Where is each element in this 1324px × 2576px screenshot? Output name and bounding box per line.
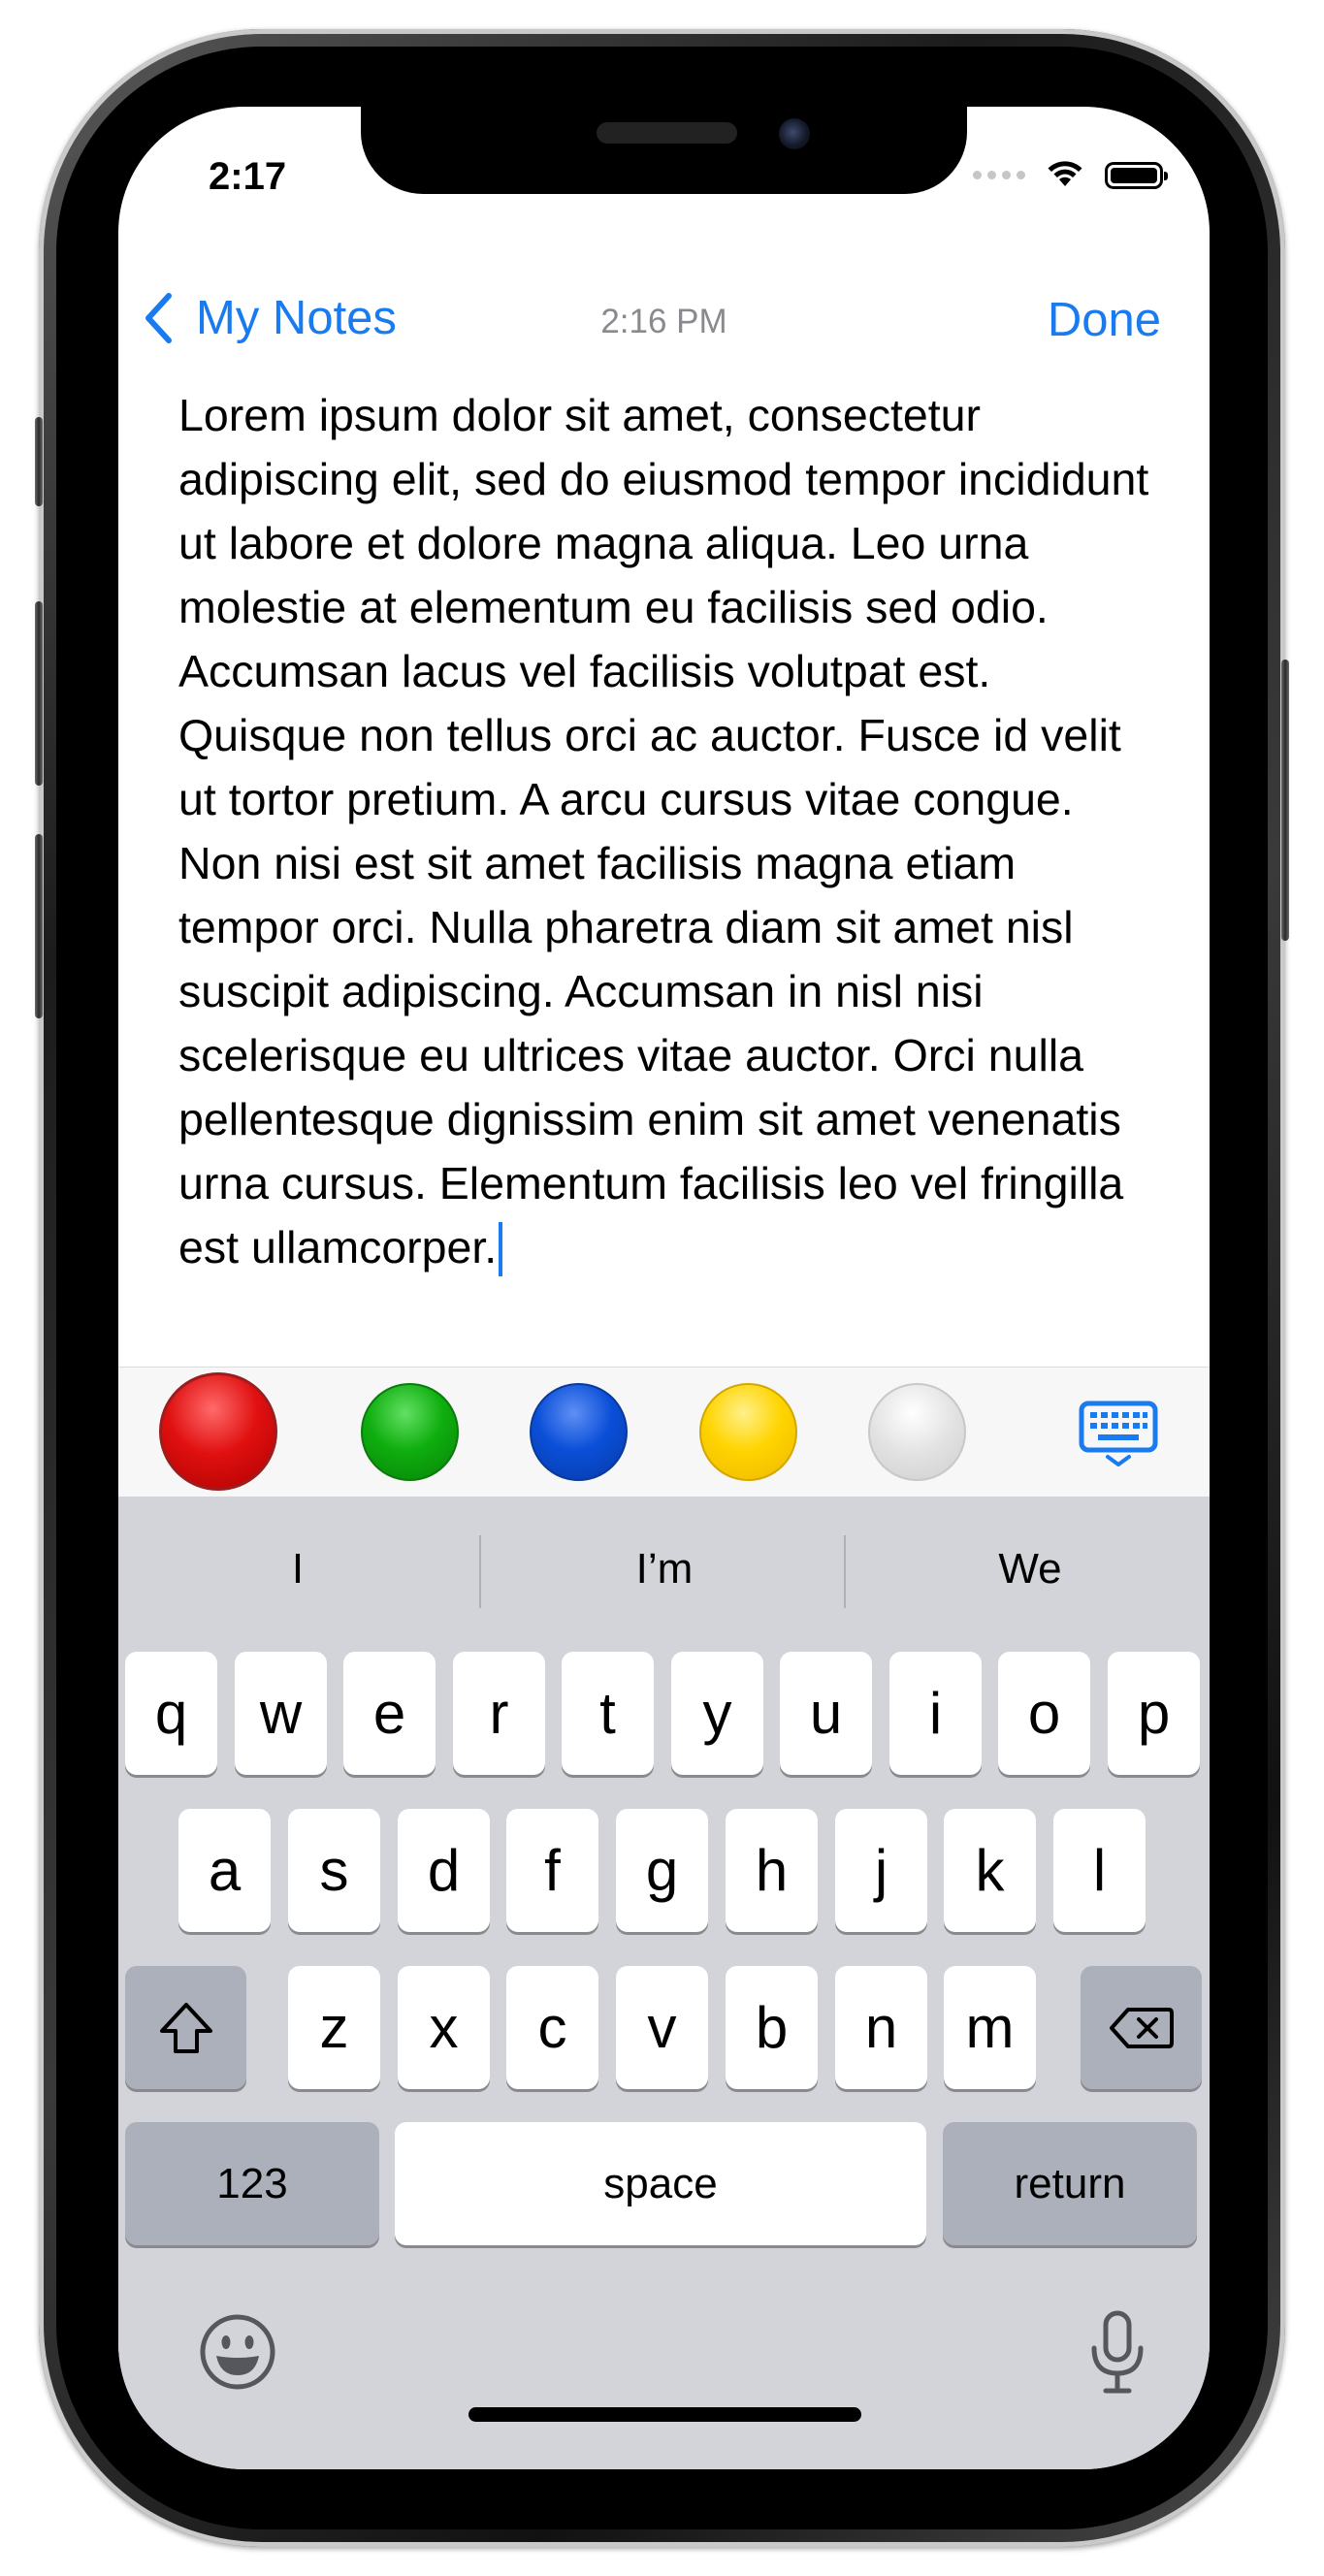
front-camera xyxy=(779,118,810,149)
numbers-key[interactable]: 123 xyxy=(125,2122,379,2245)
key-e[interactable]: e xyxy=(343,1652,436,1775)
green-swatch[interactable] xyxy=(361,1383,459,1481)
key-u[interactable]: u xyxy=(780,1652,872,1775)
key-w[interactable]: w xyxy=(235,1652,327,1775)
key-z[interactable]: z xyxy=(288,1966,380,2089)
key-a[interactable]: a xyxy=(178,1809,271,1932)
note-timestamp: 2:16 PM xyxy=(600,303,727,340)
nav-bar: My Notes 2:16 PM Done xyxy=(118,262,1210,359)
suggestion-bar: I I’m We xyxy=(118,1497,1210,1652)
key-n[interactable]: n xyxy=(835,1966,927,2089)
delete-icon xyxy=(1109,2007,1174,2048)
key-x[interactable]: x xyxy=(398,1966,490,2089)
key-d[interactable]: d xyxy=(398,1809,490,1932)
space-key[interactable]: space xyxy=(395,2122,926,2245)
red-swatch[interactable] xyxy=(159,1372,277,1491)
key-q[interactable]: q xyxy=(125,1652,217,1775)
key-m[interactable]: m xyxy=(944,1966,1036,2089)
power-button xyxy=(1281,660,1289,941)
key-f[interactable]: f xyxy=(506,1809,598,1932)
status-time: 2:17 xyxy=(209,155,287,198)
key-c[interactable]: c xyxy=(506,1966,598,2089)
key-b[interactable]: b xyxy=(726,1966,818,2089)
key-o[interactable]: o xyxy=(998,1652,1090,1775)
keyboard: I I’m We q w e r t y u i o p a s d f g h… xyxy=(118,1497,1210,2469)
suggestion-divider xyxy=(479,1535,481,1608)
color-toolbar xyxy=(118,1367,1210,1497)
blue-swatch[interactable] xyxy=(530,1383,628,1481)
shift-icon xyxy=(159,2002,212,2053)
done-button[interactable]: Done xyxy=(1048,293,1161,347)
suggestion-3[interactable]: We xyxy=(851,1545,1210,1594)
notch xyxy=(361,107,967,194)
wifi-icon xyxy=(1045,157,1085,193)
yellow-swatch[interactable] xyxy=(699,1383,797,1481)
suggestion-2[interactable]: I’m xyxy=(485,1545,844,1594)
gray-swatch[interactable] xyxy=(868,1383,966,1481)
return-key[interactable]: return xyxy=(943,2122,1197,2245)
home-indicator[interactable] xyxy=(468,2407,861,2422)
screen: 2:17 My Notes 2:16 PM Done Lorem ipsum d… xyxy=(118,107,1210,2469)
key-p[interactable]: p xyxy=(1108,1652,1200,1775)
suggestion-divider xyxy=(844,1535,846,1608)
emoji-icon[interactable] xyxy=(199,2313,276,2396)
text-cursor xyxy=(499,1222,503,1276)
delete-key[interactable] xyxy=(1081,1966,1202,2089)
keyboard-dismiss-icon[interactable] xyxy=(1079,1401,1158,1473)
key-s[interactable]: s xyxy=(288,1809,380,1932)
speaker-grille xyxy=(597,122,737,144)
key-r[interactable]: r xyxy=(453,1652,545,1775)
key-t[interactable]: t xyxy=(562,1652,654,1775)
suggestion-1[interactable]: I xyxy=(118,1545,477,1594)
note-body[interactable]: Lorem ipsum dolor sit amet, consectetur … xyxy=(178,383,1158,1279)
shift-key[interactable] xyxy=(125,1966,246,2089)
status-indicators xyxy=(973,157,1168,193)
note-text: Lorem ipsum dolor sit amet, consectetur … xyxy=(178,390,1149,1272)
volume-down-button xyxy=(35,834,43,1018)
key-j[interactable]: j xyxy=(835,1809,927,1932)
volume-up-button xyxy=(35,601,43,786)
battery-icon xyxy=(1105,161,1168,189)
key-v[interactable]: v xyxy=(616,1966,708,2089)
cellular-signal-icon xyxy=(973,171,1025,179)
key-l[interactable]: l xyxy=(1053,1809,1146,1932)
key-k[interactable]: k xyxy=(944,1809,1036,1932)
microphone-icon[interactable] xyxy=(1088,2309,1146,2401)
key-g[interactable]: g xyxy=(616,1809,708,1932)
key-i[interactable]: i xyxy=(889,1652,982,1775)
side-button xyxy=(35,417,43,506)
key-h[interactable]: h xyxy=(726,1809,818,1932)
key-y[interactable]: y xyxy=(671,1652,763,1775)
